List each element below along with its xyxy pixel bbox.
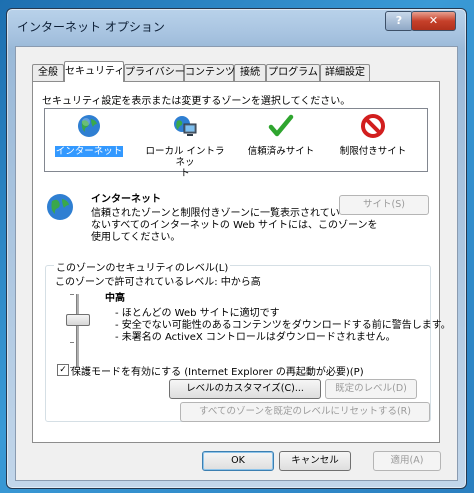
- tab-advanced[interactable]: 詳細設定: [320, 64, 370, 81]
- reset-all-zones-button[interactable]: すべてのゾーンを既定のレベルにリセットする(R): [180, 402, 430, 422]
- zone-title: インターネット: [91, 194, 161, 205]
- custom-level-button[interactable]: レベルのカスタマイズ(C)...: [169, 379, 321, 399]
- level-slider-thumb[interactable]: [66, 314, 90, 326]
- sites-button[interactable]: サイト(S): [339, 195, 429, 215]
- tab-programs[interactable]: プログラム: [266, 64, 320, 81]
- cancel-button[interactable]: キャンセル: [279, 451, 351, 471]
- slider-tick: [70, 342, 74, 343]
- tab-content[interactable]: コンテンツ: [184, 64, 235, 81]
- zone-restricted-sites-label: 制限付きサイト: [339, 146, 407, 157]
- level-name: 中高: [105, 293, 125, 304]
- zone-internet-label: インターネット: [54, 146, 124, 157]
- checkmark-icon: [268, 114, 294, 137]
- globe-icon: [47, 194, 73, 220]
- protected-mode-checkbox[interactable]: ✓: [57, 364, 69, 376]
- title-bar[interactable]: インターネット オプション ? ✕: [7, 9, 466, 43]
- tab-privacy[interactable]: プライバシー: [124, 64, 185, 81]
- zone-trusted-sites[interactable]: 信頼済みサイト: [241, 113, 321, 157]
- intranet-icon: [174, 116, 197, 136]
- allowed-levels-text: このゾーンで許可されているレベル: 中から高: [55, 277, 261, 288]
- restricted-icon: [361, 114, 385, 138]
- slider-tick: [70, 294, 74, 295]
- zone-restricted-sites[interactable]: 制限付きサイト: [333, 113, 413, 157]
- ok-button[interactable]: OK: [202, 451, 274, 471]
- zone-trusted-sites-label: 信頼済みサイト: [247, 146, 315, 157]
- level-slider-track[interactable]: [76, 294, 79, 368]
- apply-button[interactable]: 適用(A): [373, 451, 441, 471]
- tab-general[interactable]: 全般: [32, 64, 64, 81]
- help-button[interactable]: ?: [385, 11, 413, 31]
- zone-local-intranet-label-1: ローカル イントラネッ: [145, 146, 225, 168]
- zone-list: インターネット ローカル イントラネッ ト 信頼済みサイト 制限付きサイト: [44, 108, 428, 179]
- tab-security[interactable]: セキュリティ: [64, 61, 124, 82]
- zone-local-intranet-label-2: ト: [180, 168, 190, 179]
- zone-local-intranet[interactable]: ローカル イントラネッ ト: [145, 113, 225, 179]
- zone-description-3: 使用してください。: [91, 232, 181, 243]
- dialog-client: 全般 セキュリティ プライバシー コンテンツ 接続 プログラム 詳細設定 セキュ…: [15, 46, 458, 481]
- close-button[interactable]: ✕: [411, 11, 456, 31]
- zone-internet[interactable]: インターネット: [49, 113, 129, 157]
- level-description-3: - 未署名の ActiveX コントロールはダウンロードされません。: [115, 332, 396, 343]
- dialog-window: インターネット オプション ? ✕ 全般 セキュリティ プライバシー コンテンツ…: [6, 8, 467, 489]
- zone-instruction: セキュリティ設定を表示または変更するゾーンを選択してください。: [42, 96, 351, 107]
- window-title: インターネット オプション: [17, 20, 165, 34]
- default-level-button[interactable]: 既定のレベル(D): [325, 379, 417, 399]
- security-level-label: このゾーンのセキュリティのレベル(L): [54, 259, 231, 274]
- tab-connections[interactable]: 接続: [234, 64, 266, 81]
- globe-icon: [78, 115, 100, 137]
- protected-mode-label[interactable]: 保護モードを有効にする (Internet Explorer の再起動が必要)(…: [71, 363, 364, 378]
- security-panel: セキュリティ設定を表示または変更するゾーンを選択してください。 インターネット: [32, 81, 451, 443]
